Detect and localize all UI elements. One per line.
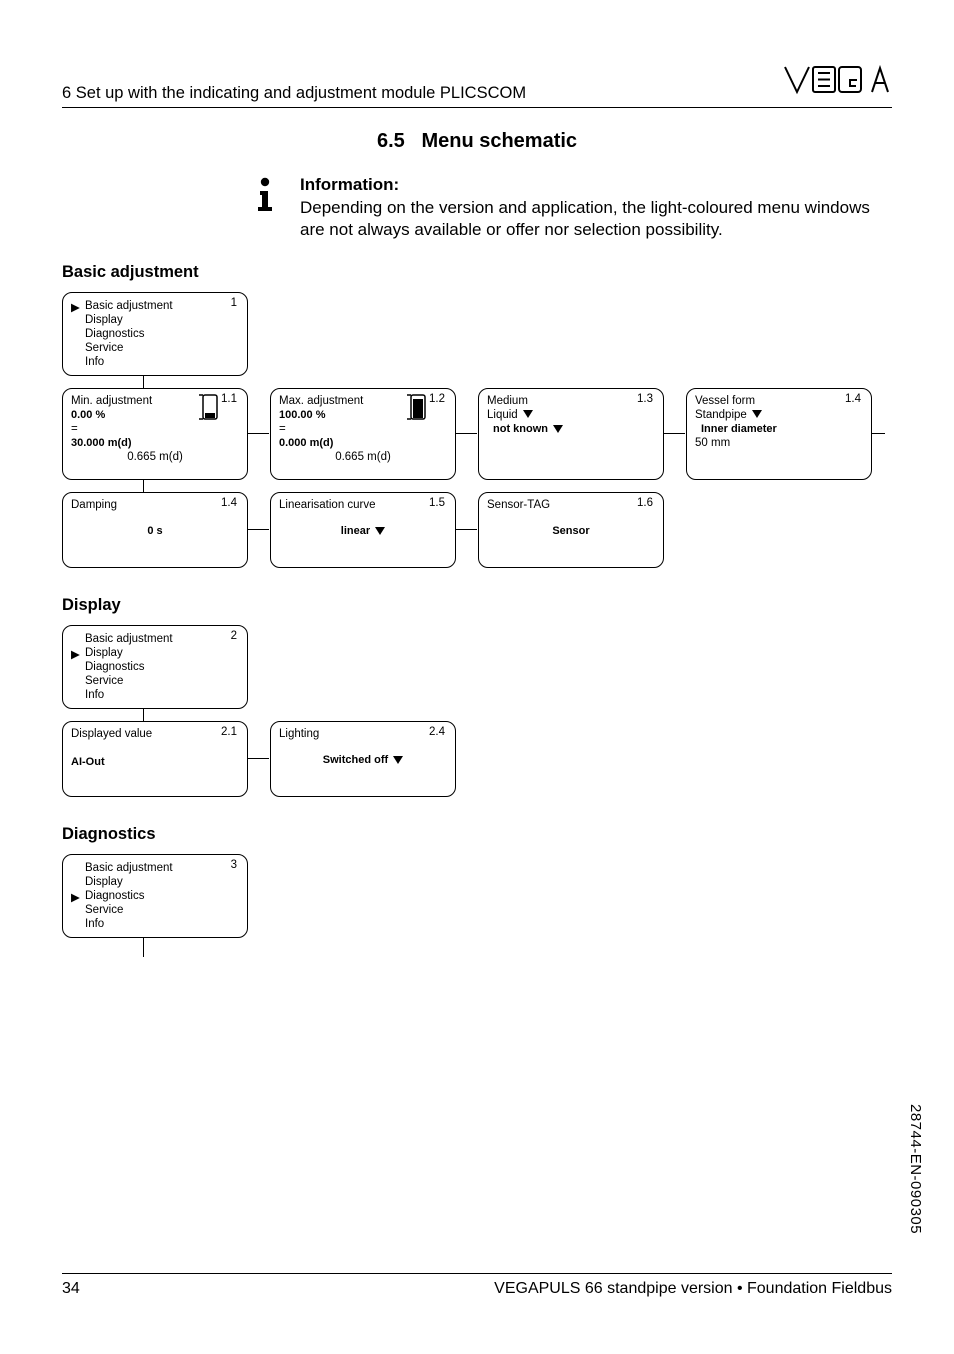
menu-index: 2.1 bbox=[221, 726, 237, 738]
menu-root-diagnostics: 3 Basic adjustment Display ▶Diagnostics … bbox=[62, 854, 248, 938]
menu-index: 1.5 bbox=[429, 497, 445, 509]
menu-value: Switched off bbox=[323, 754, 388, 766]
page-number: 34 bbox=[62, 1280, 80, 1298]
menu-item: Display bbox=[85, 876, 123, 888]
menu-title: Damping bbox=[71, 499, 239, 511]
menu-item: Info bbox=[85, 689, 104, 701]
menu-min-adjustment: 1.1 Min. adjustment 0.00 % = 30.000 m(d)… bbox=[62, 388, 248, 480]
menu-subvalue: 0.665 m(d) bbox=[71, 451, 239, 463]
menu-max-adjustment: 1.2 Max. adjustment 100.00 % = 0.000 m(d… bbox=[270, 388, 456, 480]
menu-index: 2.4 bbox=[429, 726, 445, 738]
menu-value: 0 s bbox=[71, 525, 239, 537]
menu-displayed-value: 2.1 Displayed value AI-Out bbox=[62, 721, 248, 797]
diagnostics-heading: Diagnostics bbox=[62, 825, 892, 844]
vega-logo bbox=[782, 62, 892, 103]
menu-value: Sensor bbox=[487, 525, 655, 537]
menu-item: Info bbox=[85, 918, 104, 930]
menu-value: 0.000 m(d) bbox=[279, 437, 447, 449]
menu-value: linear bbox=[341, 525, 370, 537]
section-title: Menu schematic bbox=[421, 130, 577, 152]
menu-damping: 1.4 Damping 0 s bbox=[62, 492, 248, 568]
menu-root-basic-adjustment: 1 ▶Basic adjustment Display Diagnostics … bbox=[62, 292, 248, 376]
information-body: Depending on the version and application… bbox=[300, 197, 892, 241]
menu-linearisation: 1.5 Linearisation curve linear bbox=[270, 492, 456, 568]
menu-item: Diagnostics bbox=[85, 890, 144, 902]
information-title: Information: bbox=[300, 175, 892, 195]
diagnostics-group: 3 Basic adjustment Display ▶Diagnostics … bbox=[62, 854, 892, 938]
vessel-low-icon bbox=[199, 393, 221, 426]
vessel-high-icon bbox=[407, 393, 429, 426]
menu-vessel-form: 1.4 Vessel form Standpipe Inner diameter… bbox=[686, 388, 872, 480]
menu-subvalue: 0.665 m(d) bbox=[279, 451, 447, 463]
page-header: 6 Set up with the indicating and adjustm… bbox=[62, 62, 892, 108]
basic-adjustment-group: 1 ▶Basic adjustment Display Diagnostics … bbox=[62, 292, 892, 568]
document-page: 6 Set up with the indicating and adjustm… bbox=[0, 0, 954, 1354]
dropdown-icon bbox=[523, 410, 533, 418]
menu-item: Basic adjustment bbox=[85, 633, 173, 645]
menu-title: Displayed value bbox=[71, 728, 239, 740]
menu-index: 1.1 bbox=[221, 393, 237, 405]
menu-title: Linearisation curve bbox=[279, 499, 447, 511]
menu-value: 50 mm bbox=[695, 437, 863, 449]
pointer-icon: ▶ bbox=[71, 890, 80, 904]
dropdown-icon bbox=[553, 425, 563, 433]
pointer-icon: ▶ bbox=[71, 647, 80, 661]
dropdown-icon bbox=[375, 527, 385, 535]
menu-item: Basic adjustment bbox=[85, 862, 173, 874]
menu-sensor-tag: 1.6 Sensor-TAG Sensor bbox=[478, 492, 664, 568]
menu-item: Service bbox=[85, 675, 123, 687]
dropdown-icon bbox=[393, 756, 403, 764]
menu-value: 30.000 m(d) bbox=[71, 437, 239, 449]
menu-item: Display bbox=[85, 314, 123, 326]
menu-title: Vessel form bbox=[695, 395, 863, 407]
pointer-icon: ▶ bbox=[71, 300, 80, 314]
menu-item: Diagnostics bbox=[85, 328, 144, 340]
menu-root-display: 2 Basic adjustment ▶Display Diagnostics … bbox=[62, 625, 248, 709]
menu-index: 1.2 bbox=[429, 393, 445, 405]
menu-item: Diagnostics bbox=[85, 661, 144, 673]
menu-item: Service bbox=[85, 904, 123, 916]
menu-value: Standpipe bbox=[695, 409, 747, 421]
menu-value: AI-Out bbox=[71, 756, 239, 768]
section-heading: 6.5 Menu schematic bbox=[62, 130, 892, 153]
chapter-title: 6 Set up with the indicating and adjustm… bbox=[62, 84, 526, 103]
dropdown-icon bbox=[752, 410, 762, 418]
menu-item: Display bbox=[85, 647, 123, 659]
menu-medium: 1.3 Medium Liquid not known bbox=[478, 388, 664, 480]
menu-lighting: 2.4 Lighting Switched off bbox=[270, 721, 456, 797]
product-name: VEGAPULS 66 standpipe version • Foundati… bbox=[494, 1280, 892, 1298]
display-group: 2 Basic adjustment ▶Display Diagnostics … bbox=[62, 625, 892, 797]
information-icon bbox=[252, 177, 278, 218]
menu-item: Basic adjustment bbox=[85, 300, 173, 312]
menu-title: Medium bbox=[487, 395, 655, 407]
basic-adjustment-heading: Basic adjustment bbox=[62, 263, 892, 282]
menu-index: 1.6 bbox=[637, 497, 653, 509]
menu-item: Service bbox=[85, 342, 123, 354]
menu-index: 1.3 bbox=[637, 393, 653, 405]
page-footer: 34 VEGAPULS 66 standpipe version • Found… bbox=[62, 1273, 892, 1298]
information-block: Information: Depending on the version an… bbox=[252, 175, 892, 241]
section-number: 6.5 bbox=[377, 130, 405, 152]
menu-index: 1.4 bbox=[845, 393, 861, 405]
menu-title: Lighting bbox=[279, 728, 447, 740]
document-id: 28744-EN-090305 bbox=[907, 1104, 924, 1234]
menu-value: not known bbox=[493, 423, 548, 435]
display-heading: Display bbox=[62, 596, 892, 615]
menu-value: Inner diameter bbox=[701, 423, 863, 435]
menu-item: Info bbox=[85, 356, 104, 368]
menu-value: Liquid bbox=[487, 409, 518, 421]
menu-title: Sensor-TAG bbox=[487, 499, 655, 511]
menu-index: 1.4 bbox=[221, 497, 237, 509]
